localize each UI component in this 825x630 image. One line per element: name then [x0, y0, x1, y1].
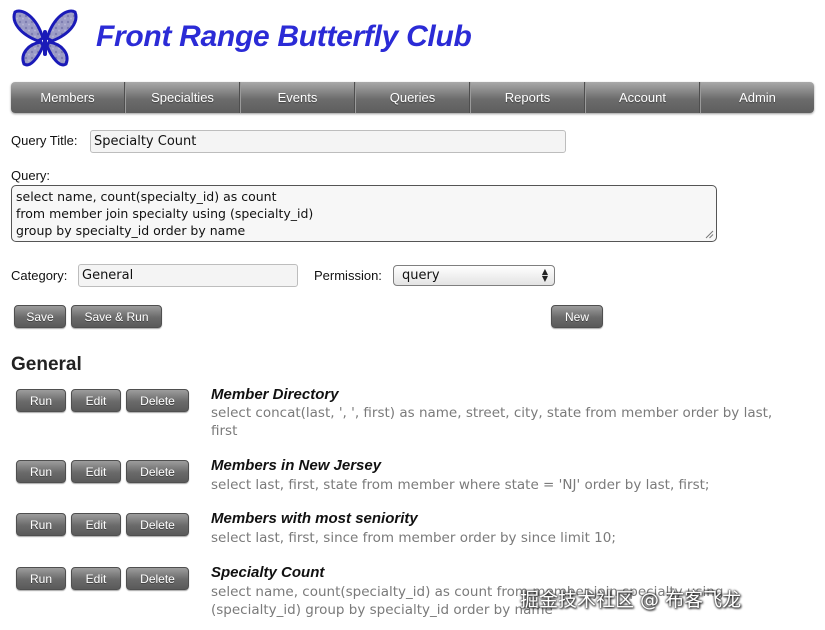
query-textarea[interactable]: select name, count(specialty_id) as coun…	[11, 185, 717, 242]
query-label: Query:	[11, 168, 51, 183]
main-nav: Members Specialties Events Queries Repor…	[11, 82, 814, 113]
save-button[interactable]: Save	[14, 305, 66, 328]
permission-select[interactable]: query ▲ ▼	[393, 265, 555, 286]
query-line: from member join specialty using (specia…	[16, 206, 314, 221]
watermark-text: 掘金技术社区 @ 布客飞龙	[520, 589, 742, 611]
run-button[interactable]: Run	[16, 460, 66, 483]
query-line: group by specialty_id order by name	[16, 223, 246, 238]
delete-button[interactable]: Delete	[126, 389, 189, 412]
query-title-label: Query Title:	[11, 133, 78, 148]
edit-button[interactable]: Edit	[71, 460, 121, 483]
nav-item-account[interactable]: Account	[585, 82, 700, 113]
nav-item-queries[interactable]: Queries	[355, 82, 470, 113]
run-button[interactable]: Run	[16, 567, 66, 590]
select-arrows-icon: ▲ ▼	[541, 267, 548, 283]
query-line: select name, count(specialty_id) as coun…	[16, 189, 277, 204]
edit-button[interactable]: Edit	[71, 513, 121, 536]
delete-button[interactable]: Delete	[126, 513, 189, 536]
query-item-title[interactable]: Member Directory	[211, 386, 339, 403]
nav-item-specialties[interactable]: Specialties	[125, 82, 240, 113]
permission-label: Permission:	[314, 268, 382, 283]
query-item-title[interactable]: Members in New Jersey	[211, 457, 381, 474]
category-input[interactable]: General	[78, 264, 298, 287]
butterfly-logo-icon	[12, 9, 78, 67]
nav-item-members[interactable]: Members	[11, 82, 125, 113]
edit-button[interactable]: Edit	[71, 389, 121, 412]
category-label: Category:	[11, 268, 68, 283]
permission-selected-value: query	[402, 268, 440, 283]
run-button[interactable]: Run	[16, 513, 66, 536]
query-item-title[interactable]: Members with most seniority	[211, 510, 418, 527]
delete-button[interactable]: Delete	[126, 567, 189, 590]
query-title-input[interactable]: Specialty Count	[90, 130, 566, 153]
nav-item-reports[interactable]: Reports	[470, 82, 585, 113]
query-item-sql: select concat(last, ', ', first) as name…	[211, 405, 773, 439]
nav-item-admin[interactable]: Admin	[700, 82, 814, 113]
site-title: Front Range Butterfly Club	[96, 20, 472, 53]
save-and-run-button[interactable]: Save & Run	[71, 305, 162, 328]
query-item-sql: select last, first, state from member wh…	[211, 477, 710, 493]
section-heading: General	[11, 354, 82, 375]
run-button[interactable]: Run	[16, 389, 66, 412]
query-item-title[interactable]: Specialty Count	[211, 564, 324, 581]
delete-button[interactable]: Delete	[126, 460, 189, 483]
resize-grip-icon[interactable]	[705, 230, 714, 239]
edit-button[interactable]: Edit	[71, 567, 121, 590]
new-button[interactable]: New	[551, 305, 603, 328]
query-item-sql: select last, first, since from member or…	[211, 530, 616, 546]
nav-item-events[interactable]: Events	[240, 82, 355, 113]
